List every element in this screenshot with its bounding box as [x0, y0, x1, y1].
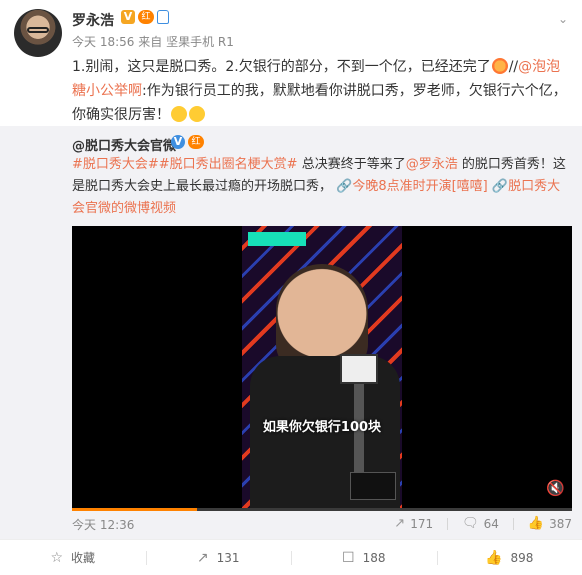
- show-logo: [248, 232, 306, 246]
- chevron-down-icon[interactable]: ⌄: [558, 12, 568, 26]
- hashtag-links[interactable]: #脱口秀大会##脱口秀出圈名梗大赏#: [72, 157, 298, 172]
- laugh-face-icon: [189, 106, 205, 122]
- repost-author-badges: V 红: [171, 135, 204, 149]
- live-link[interactable]: 🔗今晚8点准时开演[嘻嘻]: [336, 179, 488, 194]
- bottle-icon[interactable]: [157, 10, 169, 24]
- link-icon: 🔗: [491, 179, 509, 194]
- comment-icon: ☐: [342, 549, 355, 566]
- repost-like-button[interactable]: 👍 387: [528, 516, 572, 531]
- repost-footer: 今天 12:36 ↗ 171 🗨 64 👍 387: [72, 516, 572, 536]
- share-icon: ↗: [394, 516, 406, 531]
- verified-v-icon[interactable]: V: [121, 10, 135, 24]
- weibo-post-card: 罗永浩 V 红 ⌄ 今天 18:56 来自 坚果手机 R1 1.别闹，这只是脱口…: [0, 0, 582, 575]
- verified-blue-icon[interactable]: V: [171, 135, 185, 149]
- divider: [512, 518, 514, 530]
- repost-actions: ↗ 171 🗨 64 👍 387: [394, 516, 572, 531]
- microphone-flag: [340, 354, 378, 384]
- share-icon: ↗: [196, 549, 209, 566]
- repost-mention-link[interactable]: @罗永浩: [406, 157, 458, 172]
- author-name[interactable]: 罗永浩: [72, 10, 114, 30]
- post-source[interactable]: 坚果手机 R1: [166, 35, 234, 49]
- mute-icon[interactable]: 🔇: [546, 480, 565, 496]
- source-label: 来自: [138, 35, 163, 49]
- post-text-part3: :作为银行员工的我，默默地看你讲脱口秀，罗老师，欠银行六个亿，你确实很厉害！: [72, 83, 567, 123]
- repost-like-count: 387: [549, 516, 572, 531]
- video-progress-fill: [72, 508, 197, 511]
- avatar-glasses: [27, 27, 49, 33]
- thumbs-up-icon: 👍: [527, 516, 545, 531]
- video-player[interactable]: 如果你欠银行100块 🔇: [72, 226, 572, 508]
- red-envelope-icon[interactable]: 红: [138, 10, 154, 24]
- angry-face-icon: [491, 58, 508, 74]
- thumbs-up-icon: 👍: [485, 549, 503, 566]
- author-badges: V 红: [121, 10, 169, 24]
- video-progress-bar[interactable]: [72, 508, 572, 511]
- repost-share-button[interactable]: ↗ 171: [394, 516, 433, 531]
- post-time[interactable]: 今天 18:56: [72, 35, 134, 49]
- repost-comment-button[interactable]: 🗨 64: [462, 516, 499, 531]
- post-text-part1: 1.别闹，这只是脱口秀。2.欠银行的部分，不到一个亿，已经还完了: [72, 59, 491, 75]
- video-frame: 如果你欠银行100块: [242, 226, 402, 508]
- post-meta: 今天 18:56 来自 坚果手机 R1: [72, 33, 234, 50]
- video-subtitle: 如果你欠银行100块: [262, 420, 382, 435]
- divider: [447, 518, 449, 530]
- action-bar: ☆ 收藏 ↗ 131 ☐ 188 👍 898: [0, 539, 582, 575]
- comment-button[interactable]: ☐ 188: [291, 540, 437, 575]
- comment-count: 188: [362, 550, 386, 565]
- repost-share-count: 171: [410, 516, 434, 531]
- repost-author[interactable]: @脱口秀大会官微: [72, 135, 176, 154]
- live-link-label: 今晚8点准时开演[嘻嘻]: [352, 179, 488, 194]
- repost-text-part1: 总决赛终于等来了: [297, 157, 406, 172]
- channel-watermark: [350, 472, 396, 500]
- post-text: 1.别闹，这只是脱口秀。2.欠银行的部分，不到一个亿，已经还完了//@泡泡糖小公…: [72, 55, 572, 127]
- link-icon: 🔗: [336, 179, 353, 194]
- repost-text: #脱口秀大会##脱口秀出圈名梗大赏# 总决赛终于等来了@罗永浩 的脱口秀首秀！这…: [72, 154, 572, 220]
- favorite-label: 收藏: [71, 551, 96, 565]
- comment-icon: 🗨: [462, 516, 479, 531]
- grin-face-icon: [171, 106, 187, 122]
- repost-time[interactable]: 今天 12:36: [72, 516, 134, 533]
- like-count: 898: [510, 550, 534, 565]
- post-text-slashes: //: [508, 59, 519, 75]
- red-envelope-icon[interactable]: 红: [188, 135, 204, 149]
- reposted-content: @脱口秀大会官微 V 红 #脱口秀大会##脱口秀出圈名梗大赏# 总决赛终于等来了…: [0, 126, 582, 539]
- repost-button[interactable]: ↗ 131: [145, 540, 292, 575]
- repost-count: 131: [216, 550, 240, 565]
- repost-comment-count: 64: [483, 516, 499, 531]
- avatar[interactable]: [14, 9, 62, 57]
- star-icon: ☆: [50, 549, 64, 566]
- favorite-button[interactable]: ☆ 收藏: [0, 540, 146, 575]
- like-button[interactable]: 👍 898: [436, 540, 582, 575]
